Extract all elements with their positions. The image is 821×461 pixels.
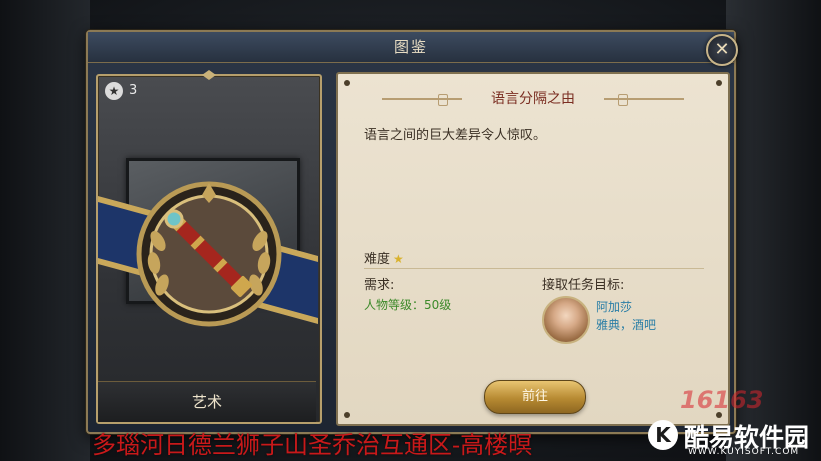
go-button-label: 前往: [521, 389, 548, 404]
dialog-title-bar: 图鉴: [88, 32, 734, 63]
npc-name-link[interactable]: 阿加莎: [596, 298, 632, 315]
card-category: 艺术: [191, 393, 222, 411]
npc-location-link[interactable]: 雅典，酒吧: [596, 316, 656, 333]
card-ornament: [202, 70, 216, 80]
overlay-caption: 多瑙河日德兰狮子山圣乔治互通区-高楼暝: [92, 431, 533, 459]
difficulty-row: 难度 ★: [364, 248, 704, 269]
star-count: 3: [129, 83, 138, 98]
difficulty-label: 难度: [364, 252, 391, 267]
brand-logo-icon: K: [648, 420, 678, 450]
title-ornament-left: [382, 98, 462, 100]
title-ornament-right: [604, 98, 684, 100]
info-panel: 语言分隔之由 语言之间的巨大差异令人惊叹。 难度 ★ 需求: 人物等级：50级 接…: [336, 72, 730, 426]
rivet: [344, 80, 350, 86]
requirement-value: 人物等级：50级: [364, 298, 452, 312]
close-button[interactable]: ✕: [706, 34, 738, 66]
quest-description: 语言之间的巨大差异令人惊叹。: [364, 128, 547, 143]
card-category-bar: 艺术: [98, 381, 316, 422]
rivet: [344, 412, 350, 418]
close-icon: ✕: [714, 39, 730, 60]
telescope-emblem-icon: [136, 181, 282, 327]
rivet: [716, 80, 722, 86]
quest-title: 语言分隔之由: [491, 91, 575, 107]
item-card: ★ 3 艺术: [96, 70, 322, 424]
requirement-title: 需求:: [364, 278, 395, 293]
target-title: 接取任务目标:: [542, 278, 625, 293]
brand-url: WWW.KUYISOFT.COM: [688, 447, 800, 457]
title-ornament-left: [438, 94, 448, 106]
codex-dialog: 图鉴 ✕ ★ 3 艺术 语言分隔之由 语言之间的巨大差异令人惊叹。 难度 ★ 需…: [86, 30, 738, 434]
title-ornament-right: [618, 94, 628, 106]
npc-avatar[interactable]: [542, 296, 590, 344]
info-title-row: 语言分隔之由: [338, 88, 728, 110]
site-number-watermark: 16163: [680, 386, 764, 414]
difficulty-star-icon: ★: [393, 252, 404, 266]
dialog-title: 图鉴: [393, 38, 428, 56]
background-scene-left: [0, 0, 90, 461]
star-icon: ★: [105, 82, 123, 100]
go-button[interactable]: 前往: [484, 380, 586, 414]
